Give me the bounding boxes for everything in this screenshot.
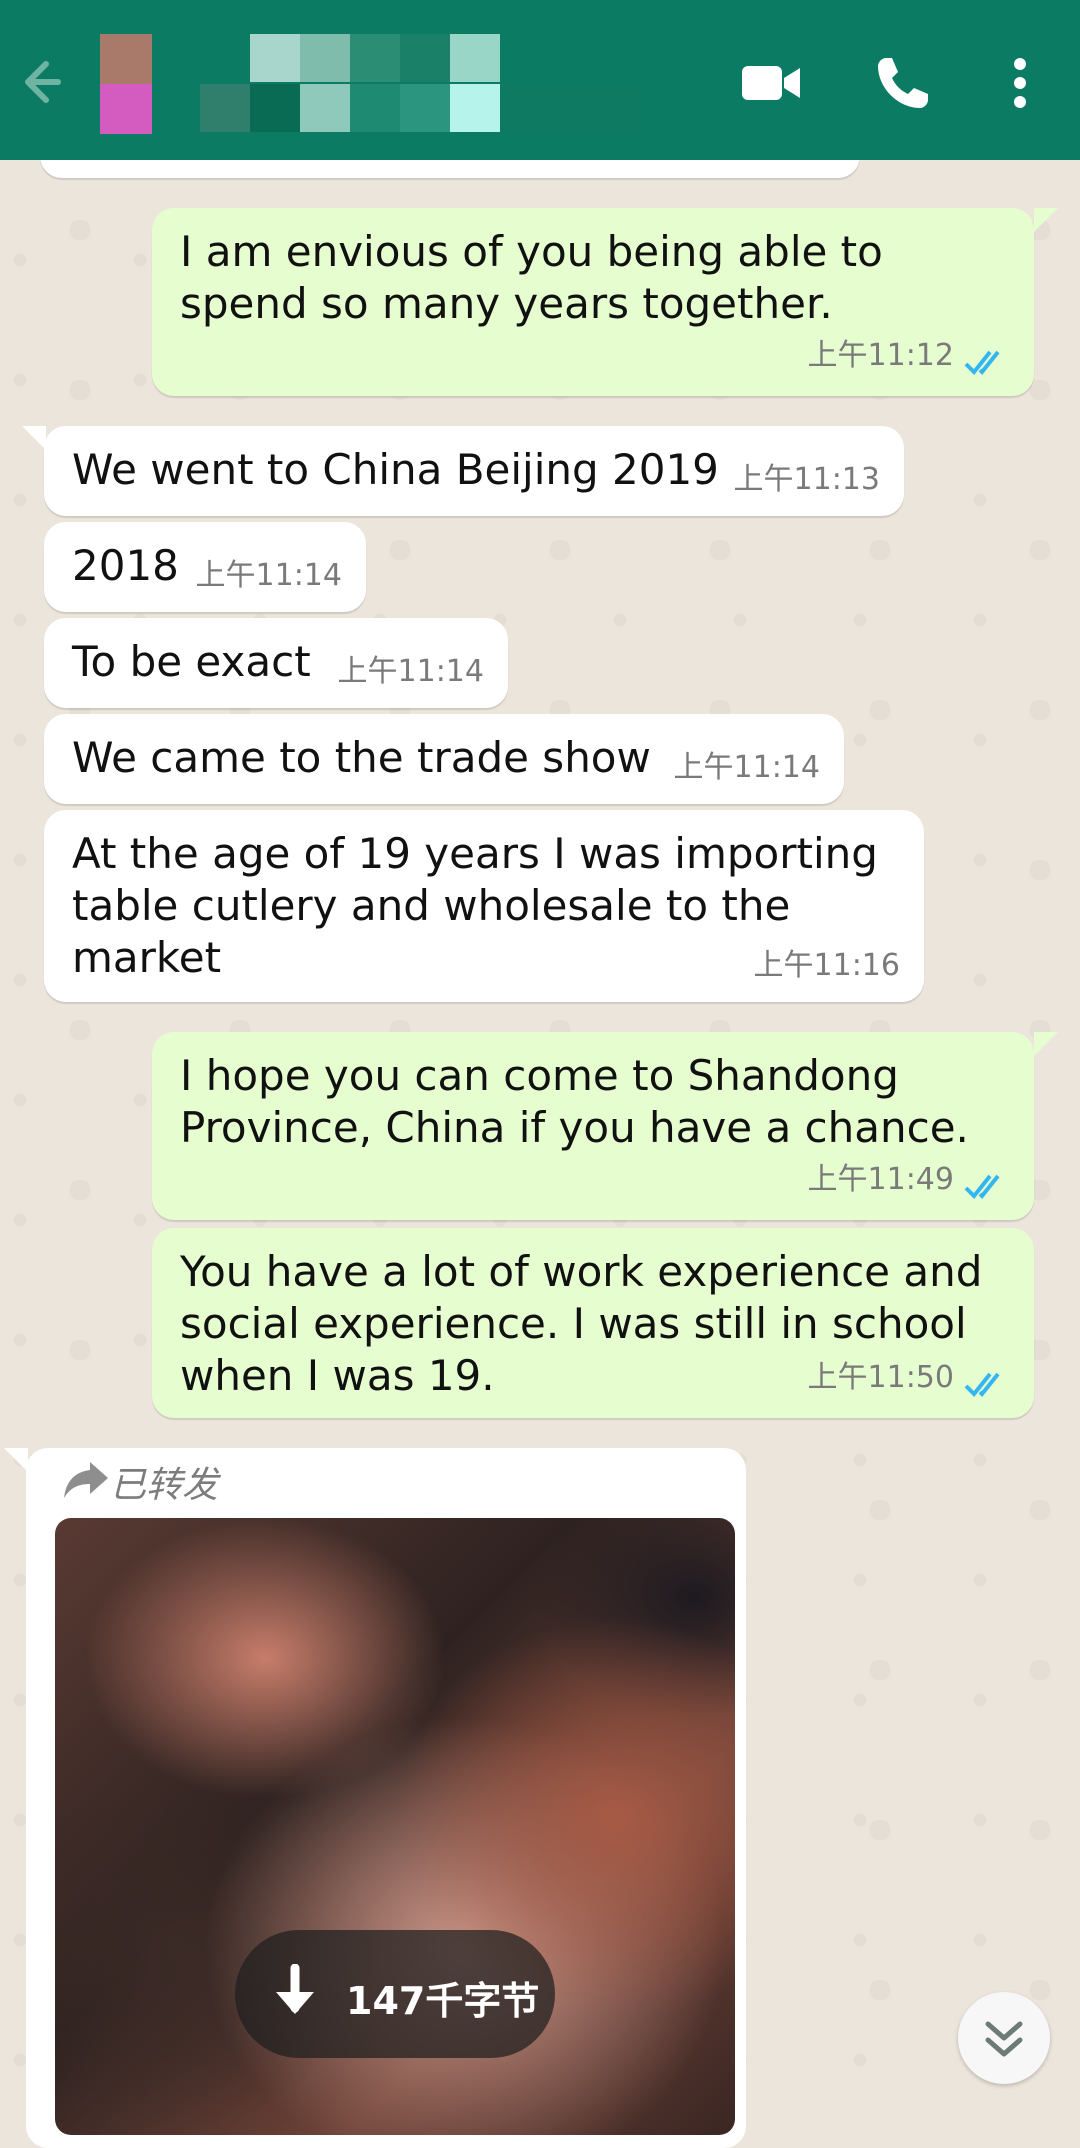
- message-time: 上午11:14: [673, 750, 820, 785]
- message-time: 上午11:50: [807, 1360, 954, 1395]
- message-text: I hope you can come to Shandong Province…: [180, 1051, 969, 1152]
- message-incoming-5[interactable]: At the age of 19 years I was importing t…: [44, 810, 924, 1002]
- message-text: We went to China Beijing 2019: [72, 445, 719, 494]
- message-incoming-4[interactable]: We came to the trade show 上午11:14: [44, 714, 844, 804]
- bubble-tail: [1034, 1032, 1058, 1056]
- message-time: 上午11:12: [807, 338, 954, 373]
- read-ticks-icon: [964, 1372, 1000, 1397]
- file-size-label: 147千字节: [346, 1979, 540, 2023]
- forwarded-label: 已转发: [110, 1465, 219, 1506]
- bubble-tail: [1034, 208, 1058, 232]
- message-text: 2018: [72, 541, 179, 590]
- read-ticks-icon: [964, 1174, 1000, 1199]
- message-time: 上午11:13: [733, 462, 880, 497]
- message-outgoing-3[interactable]: You have a lot of work experience and so…: [152, 1228, 1034, 1418]
- message-text: We came to the trade show: [72, 733, 651, 782]
- more-vert-icon[interactable]: [1000, 48, 1040, 118]
- message-outgoing-1[interactable]: I am envious of you being able to spend …: [152, 208, 1034, 396]
- message-time: 上午11:14: [195, 558, 342, 593]
- back-arrow-icon[interactable]: [10, 50, 62, 114]
- message-time: 上午11:14: [337, 654, 484, 689]
- message-time: 上午11:49: [807, 1162, 954, 1197]
- video-call-icon[interactable]: [736, 48, 806, 118]
- contact-name-redacted[interactable]: [196, 34, 640, 134]
- message-incoming-3[interactable]: To be exact 上午11:14: [44, 618, 508, 708]
- message-text: To be exact: [72, 637, 311, 686]
- message-text: I am envious of you being able to spend …: [180, 227, 883, 328]
- phone-icon[interactable]: [868, 48, 938, 118]
- double-chevron-down-icon: [985, 2021, 1023, 2057]
- forward-arrow-icon: [64, 1462, 108, 1498]
- message-time: 上午11:16: [753, 948, 900, 983]
- message-incoming-1[interactable]: We went to China Beijing 2019 上午11:13: [44, 426, 904, 516]
- bubble-tail: [4, 1448, 28, 1472]
- message-outgoing-2[interactable]: I hope you can come to Shandong Province…: [152, 1032, 1034, 1220]
- bubble-tail: [22, 426, 46, 450]
- contact-avatar[interactable]: [100, 34, 152, 134]
- download-arrow-icon: [276, 1964, 314, 2014]
- read-ticks-icon: [964, 350, 1000, 375]
- chat-header: [0, 0, 1080, 160]
- scroll-to-bottom-button[interactable]: [958, 1992, 1050, 2084]
- message-incoming-2[interactable]: 2018 上午11:14: [44, 522, 366, 612]
